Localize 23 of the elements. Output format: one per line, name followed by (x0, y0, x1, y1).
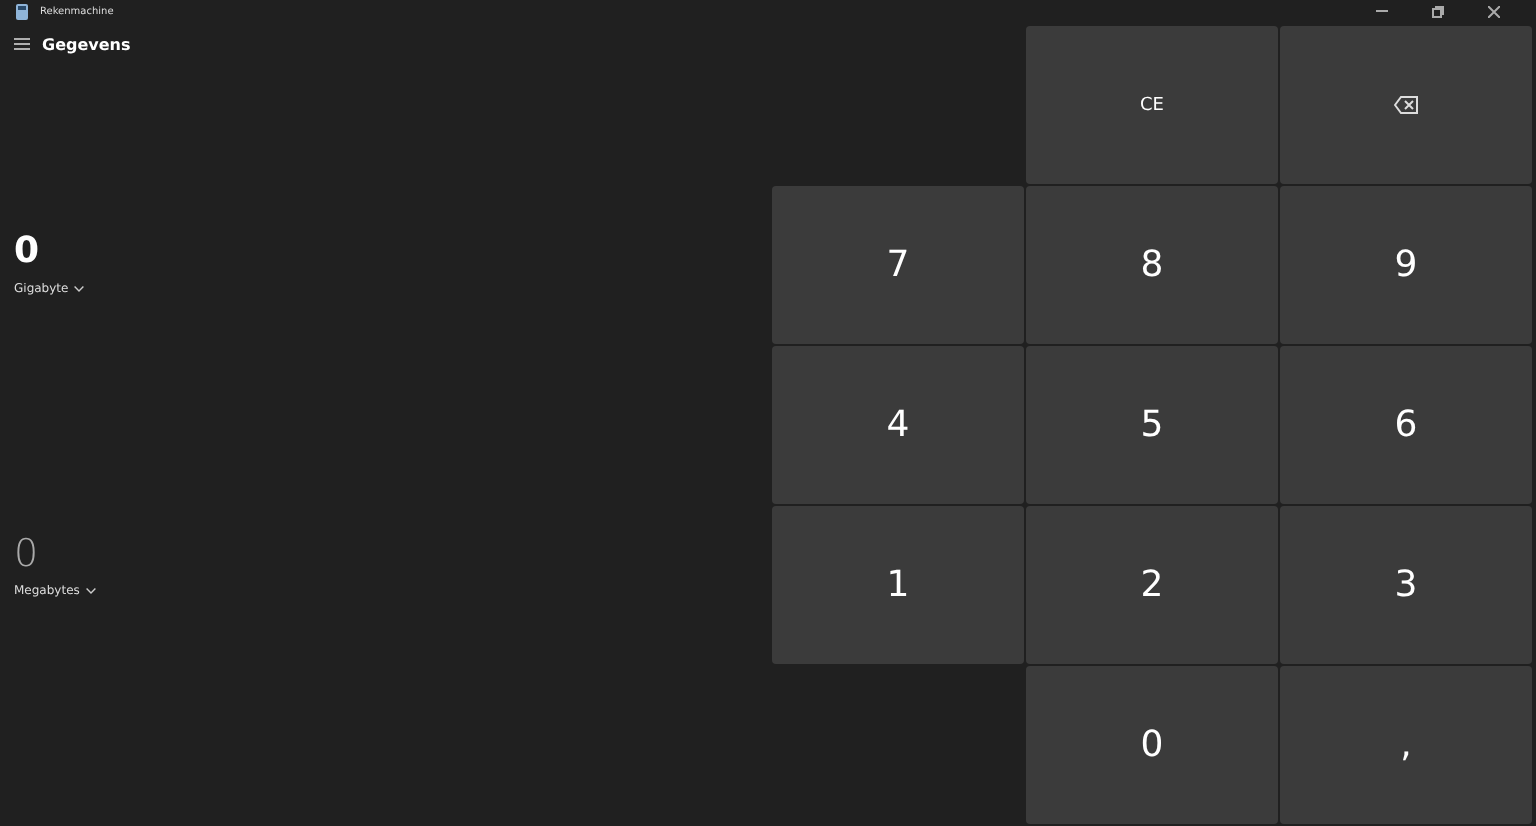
clear-entry-button[interactable]: CE (1026, 26, 1278, 184)
digit-key[interactable]: 1 (772, 506, 1024, 664)
digit-key[interactable]: 2 (1026, 506, 1278, 664)
calculator-icon (16, 4, 28, 20)
close-icon[interactable] (1488, 6, 1500, 18)
digit-key[interactable]: 0 (1026, 666, 1278, 824)
digit-key[interactable]: 8 (1026, 186, 1278, 344)
input-value: 0 (14, 230, 40, 274)
digit-key[interactable]: 3 (1280, 506, 1532, 664)
output-value: 0 (14, 532, 39, 576)
mode-title: Gegevens (42, 35, 131, 53)
chevron-icon (85, 588, 96, 594)
digit-key[interactable]: , (1280, 666, 1532, 824)
digit-key[interactable]: 6 (1280, 346, 1532, 504)
digit-key[interactable]: 7 (772, 186, 1024, 344)
digit-key[interactable]: 9 (1280, 186, 1532, 344)
chevron-icon (74, 286, 85, 292)
digit-key[interactable]: 5 (1026, 346, 1278, 504)
minimize-icon[interactable] (1376, 10, 1388, 14)
digit-key[interactable]: 4 (772, 346, 1024, 504)
menu-icon[interactable] (14, 38, 30, 50)
restore-icon[interactable] (1432, 6, 1444, 18)
backspace-icon (1394, 96, 1418, 114)
